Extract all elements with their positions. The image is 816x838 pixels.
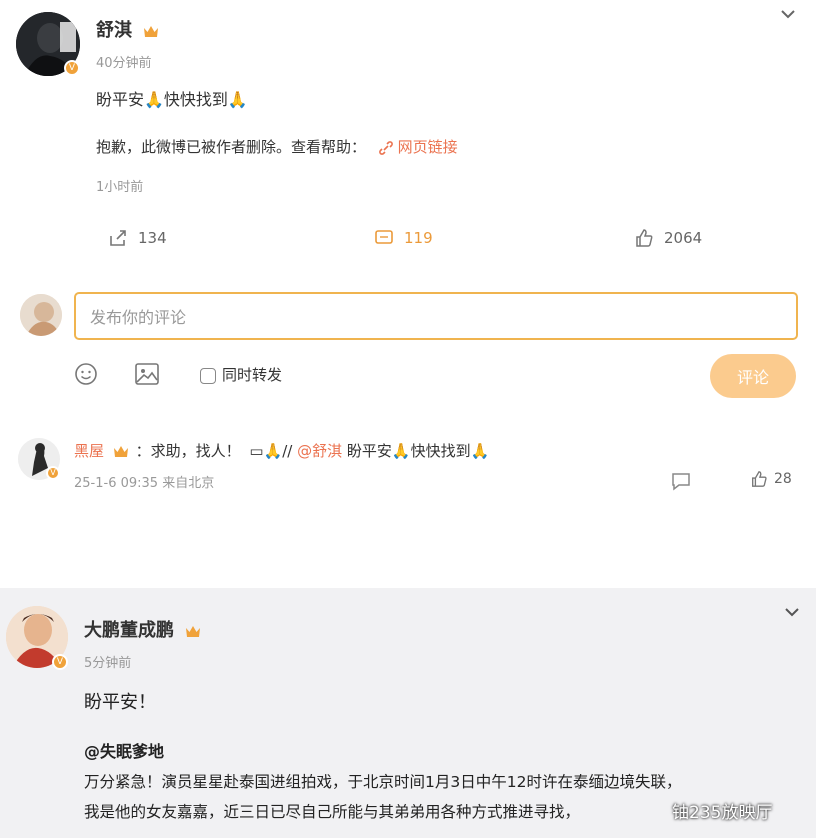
crown-icon [144, 26, 159, 37]
comment-button[interactable]: 119 [374, 228, 433, 248]
section-gap [0, 510, 816, 588]
post-card-2: V 大鹏董成鹏 5分钟前 盼平安！ @失眠爹地 万分紧急！演员星星赴泰国进组拍戏… [0, 588, 816, 838]
thumb-up-icon [636, 229, 653, 247]
help-link[interactable]: 网页链接 [398, 138, 458, 156]
comment-input[interactable]: 发布你的评论 [74, 292, 798, 340]
verified-badge-icon: V [64, 60, 80, 76]
comment-text-suffix: 盼平安🙏快快找到🙏 [346, 442, 490, 460]
submit-label: 评论 [736, 368, 769, 387]
comment-input-placeholder: 发布你的评论 [90, 308, 187, 327]
like-count: 2064 [664, 229, 703, 247]
crown-icon-2 [186, 626, 201, 637]
quoted-author[interactable]: @失眠爹地 [84, 738, 164, 762]
current-user-avatar[interactable] [20, 294, 62, 336]
comment-image-emoji: ▭🙏// [249, 442, 293, 460]
like-button[interactable]: 2064 [634, 228, 702, 248]
image-button[interactable] [134, 362, 160, 390]
reply-icon [672, 473, 690, 491]
comment-like-button[interactable]: 28 [750, 470, 792, 488]
author-name[interactable]: 舒淇 [96, 20, 132, 41]
deleted-notice-line: 抱歉，此微博已被作者删除。查看帮助： 网页链接 [96, 136, 458, 157]
comment-time-location: 25-1-6 09:35 来自北京 [74, 476, 215, 491]
author-name-2[interactable]: 大鹏董成鹏 [84, 620, 174, 641]
comment-like-count: 28 [774, 471, 792, 487]
post-menu-chevron-icon[interactable] [780, 6, 796, 27]
comment-thumb-up-icon [752, 471, 767, 487]
commenter-crown-icon [113, 446, 128, 457]
commenter-verified-icon: V [46, 466, 60, 480]
watermark: 铀235放映厅 [672, 803, 773, 823]
post-menu-chevron-icon-2[interactable] [784, 604, 800, 625]
link-icon [378, 140, 393, 155]
deleted-time: 1小时前 [96, 180, 144, 195]
comment-text-prefix: ：求助，找人！ [135, 442, 241, 460]
commenter-name[interactable]: 黑屋 [74, 442, 104, 460]
verified-badge-icon-2: V [52, 654, 68, 670]
comment-count: 119 [404, 229, 433, 247]
repost-checkbox-label: 同时转发 [222, 366, 283, 384]
comment-reply-button[interactable] [670, 470, 692, 496]
comment-icon [375, 230, 393, 244]
post-time-2: 5分钟前 [84, 656, 132, 671]
post-time: 40分钟前 [96, 56, 152, 71]
author-line-2: 大鹏董成鹏 [84, 616, 201, 642]
comment-mention[interactable]: @舒淇 [297, 442, 342, 460]
image-icon [135, 363, 159, 385]
checkbox-icon [200, 367, 216, 384]
repost-icon [110, 230, 126, 246]
repost-button[interactable]: 134 [108, 228, 167, 248]
quoted-line-1: 万分紧急！演员星星赴泰国进组拍戏，于北京时间1月3日中午12时许在泰缅边境失联， [84, 773, 682, 791]
post-card-1: V 舒淇 40分钟前 盼平安🙏快快找到🙏 抱歉，此微博已被作者删除。查看帮助： … [0, 0, 816, 510]
quoted-line-2: 我是他的女友嘉嘉，近三日已尽自己所能与其弟弟用各种方式推进寻找， [84, 803, 581, 821]
smiley-icon [75, 363, 97, 385]
comment-line: 黑屋 ：求助，找人！ ▭🙏// @舒淇 盼平安🙏快快找到🙏 [74, 440, 489, 461]
deleted-notice: 抱歉，此微博已被作者删除。查看帮助： [96, 138, 367, 156]
submit-comment-button[interactable]: 评论 [710, 354, 796, 398]
post-content-2: 盼平安！ [84, 692, 156, 713]
author-line: 舒淇 [96, 16, 159, 42]
emoji-button[interactable] [74, 362, 98, 390]
repost-checkbox[interactable]: 同时转发 [200, 364, 282, 385]
repost-count: 134 [138, 229, 167, 247]
post-content: 盼平安🙏快快找到🙏 [96, 90, 248, 109]
